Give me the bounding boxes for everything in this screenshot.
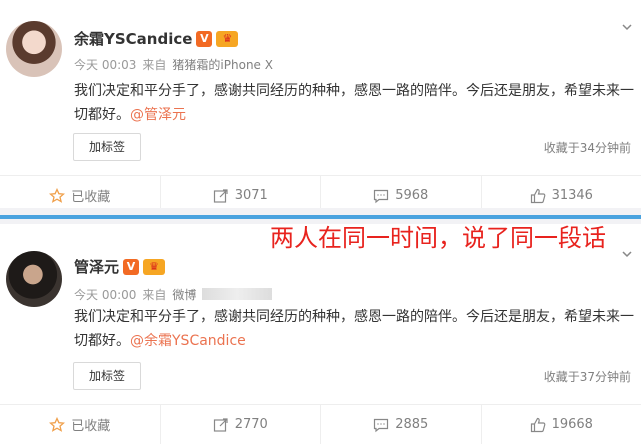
- favorite-label: 已收藏: [71, 419, 111, 434]
- repost-count: 3071: [234, 188, 268, 203]
- post-meta: 今天 00:03 来自 猪猪霜的iPhone X: [74, 56, 273, 73]
- comment-button[interactable]: 2885: [321, 405, 482, 444]
- post-text: 我们决定和平分手了，感谢共同经历的种种，感恩一路的陪伴。今后还是朋友，希望未来一…: [74, 305, 634, 353]
- post-time[interactable]: 今天 00:03: [74, 56, 136, 73]
- chevron-down-icon[interactable]: [621, 21, 633, 33]
- thumbs-up-icon: [530, 188, 545, 203]
- post-meta: 今天 00:00 来自 微博: [74, 286, 273, 303]
- post-text: 我们决定和平分手了，感谢共同经历的种种，感恩一路的陪伴。今后还是朋友，希望未来一…: [74, 79, 634, 127]
- post-time[interactable]: 今天 00:00: [74, 286, 136, 303]
- author-name[interactable]: 余霜YSCandice: [74, 28, 192, 49]
- weibo-post: 管泽元 V ♛ 今天 00:00 来自 微博 我们决定和平分手了，感谢共同经历的…: [0, 224, 641, 445]
- verified-badge-icon: V: [196, 30, 213, 47]
- comment-icon: [374, 418, 389, 432]
- star-icon: [49, 187, 66, 203]
- add-tag-button[interactable]: 加标签: [73, 362, 141, 390]
- like-count: 31346: [551, 188, 593, 203]
- member-crown-icon: ♛: [216, 30, 239, 47]
- avatar[interactable]: [6, 251, 62, 307]
- star-icon: [49, 416, 66, 432]
- like-count: 19668: [551, 417, 593, 432]
- annotation-text: 两人在同一时间，说了同一段话: [270, 224, 606, 252]
- weibo-post: 余霜YSCandice V ♛ 今天 00:03 来自 猪猪霜的iPhone X…: [0, 0, 641, 215]
- repost-icon: [213, 188, 228, 203]
- mention-link[interactable]: @管泽元: [130, 107, 186, 123]
- favorite-label: 已收藏: [71, 190, 111, 205]
- verified-badge-icon: V: [123, 258, 140, 275]
- repost-button[interactable]: 2770: [161, 405, 321, 444]
- comment-icon: [374, 189, 389, 203]
- favorite-button[interactable]: 已收藏: [0, 405, 161, 444]
- source-prefix: 来自: [142, 58, 167, 72]
- author-row: 管泽元 V ♛: [74, 256, 166, 277]
- like-button[interactable]: 19668: [482, 405, 641, 444]
- action-bar: 已收藏 2770 2885 19668: [0, 404, 641, 444]
- repost-count: 2770: [234, 417, 268, 432]
- avatar[interactable]: [6, 21, 62, 77]
- author-row: 余霜YSCandice V ♛: [74, 28, 239, 49]
- post-source: 微博: [172, 288, 197, 302]
- add-tag-button[interactable]: 加标签: [73, 133, 141, 161]
- member-crown-icon: ♛: [143, 258, 166, 275]
- mention-link[interactable]: @余霜YSCandice: [130, 333, 246, 349]
- favorited-time: 收藏于34分钟前: [543, 141, 631, 155]
- author-name[interactable]: 管泽元: [74, 256, 119, 277]
- favorited-time: 收藏于37分钟前: [543, 370, 631, 384]
- repost-icon: [213, 417, 228, 432]
- source-prefix: 来自: [142, 288, 167, 302]
- post-source: 猪猪霜的iPhone X: [172, 58, 273, 72]
- comment-count: 5968: [395, 188, 429, 203]
- thumbs-up-icon: [530, 417, 545, 432]
- blurred-region: [202, 288, 273, 300]
- comment-count: 2885: [395, 417, 429, 432]
